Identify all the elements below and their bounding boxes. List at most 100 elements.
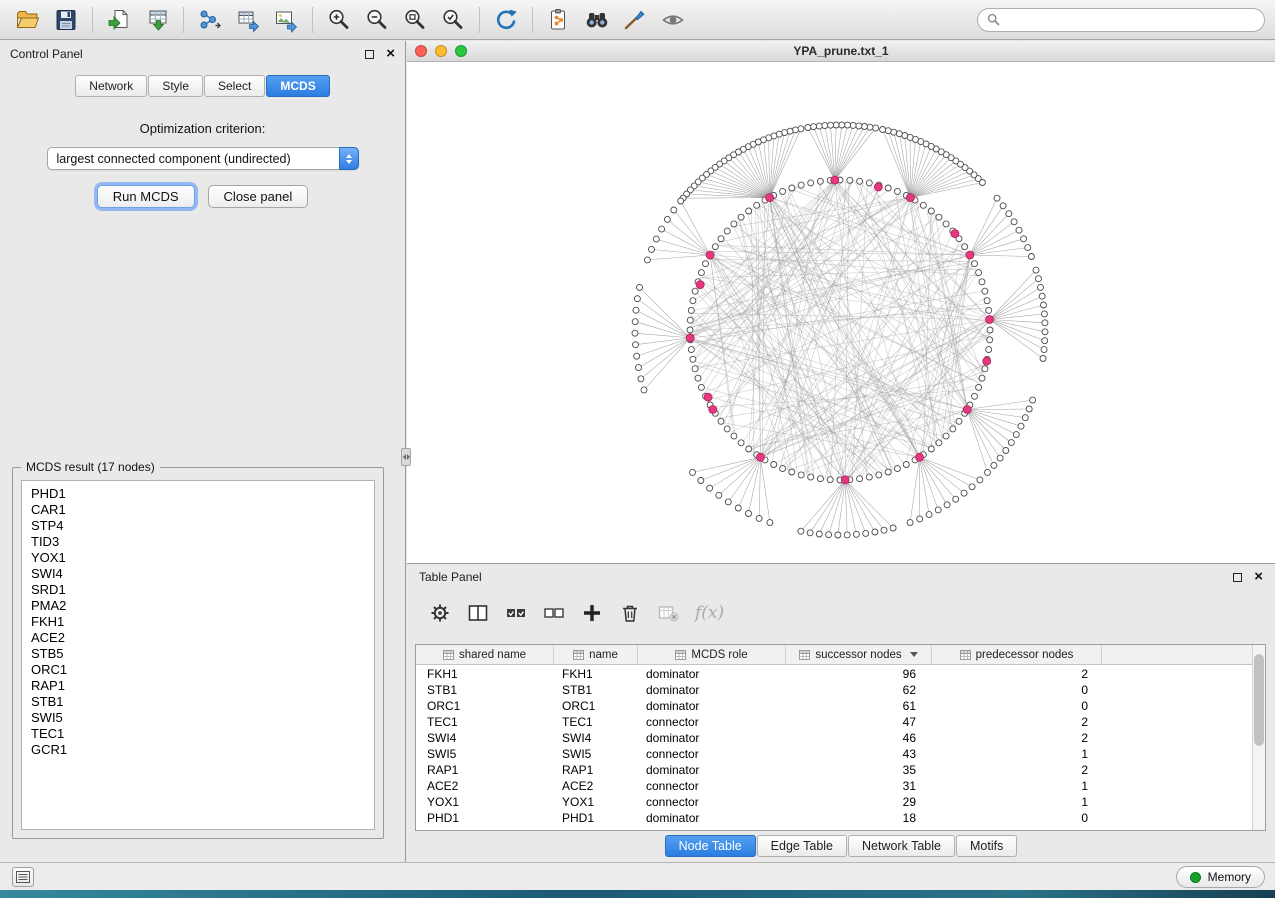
network-node[interactable] (822, 123, 828, 129)
network-node[interactable] (731, 433, 737, 439)
mcds-result-list[interactable]: PHD1CAR1STP4TID3YOX1SWI4SRD1PMA2FKH1ACE2… (21, 480, 375, 830)
network-node[interactable] (718, 236, 724, 242)
network-node[interactable] (1042, 320, 1048, 326)
share-clipboard-button[interactable] (541, 4, 577, 36)
network-hub-node[interactable] (963, 406, 971, 414)
mcds-result-item[interactable]: TID3 (22, 534, 374, 550)
network-node[interactable] (935, 507, 941, 513)
mcds-result-item[interactable]: TEC1 (22, 726, 374, 742)
network-node[interactable] (987, 337, 993, 343)
network-hub-node[interactable] (841, 476, 849, 484)
network-node[interactable] (698, 478, 704, 484)
network-hub-node[interactable] (709, 406, 717, 414)
network-node[interactable] (903, 462, 909, 468)
import-table-button[interactable] (139, 4, 175, 36)
network-canvas-svg[interactable] (407, 62, 1275, 563)
network-hub-node[interactable] (766, 194, 774, 202)
network-node[interactable] (632, 319, 638, 325)
column-header-name[interactable]: name (554, 645, 638, 664)
network-hub-node[interactable] (757, 453, 765, 461)
network-node[interactable] (698, 270, 704, 276)
network-node[interactable] (891, 129, 897, 135)
network-node[interactable] (805, 125, 811, 131)
network-node[interactable] (707, 485, 713, 491)
network-view[interactable] (407, 62, 1275, 563)
table-row[interactable]: PHD1PHD1dominator180 (416, 810, 1252, 826)
criterion-select[interactable]: largest connected component (undirected) (47, 147, 359, 170)
network-node[interactable] (969, 484, 975, 490)
network-node[interactable] (835, 532, 841, 538)
table-row[interactable]: ACE2ACE2connector311 (416, 778, 1252, 794)
unselect-all-button[interactable] (543, 602, 565, 624)
mcds-result-item[interactable]: CAR1 (22, 502, 374, 518)
network-node[interactable] (976, 384, 982, 390)
network-node[interactable] (808, 474, 814, 480)
network-node[interactable] (956, 418, 962, 424)
mcds-result-item[interactable]: PHD1 (22, 486, 374, 502)
network-node[interactable] (789, 185, 795, 191)
network-node[interactable] (771, 462, 777, 468)
table-row[interactable]: YOX1YOX1connector291 (416, 794, 1252, 810)
network-node[interactable] (756, 515, 762, 521)
zoom-window-icon[interactable] (455, 45, 467, 57)
network-node[interactable] (944, 502, 950, 508)
network-node[interactable] (659, 226, 665, 232)
table-row[interactable]: SWI5SWI5connector431 (416, 746, 1252, 762)
network-node[interactable] (873, 125, 879, 131)
network-node[interactable] (1018, 423, 1024, 429)
search-field[interactable] (977, 8, 1265, 32)
network-node[interactable] (698, 384, 704, 390)
network-hub-node[interactable] (874, 183, 882, 191)
panel-splitter-handle[interactable] (401, 448, 411, 466)
network-node[interactable] (1033, 267, 1039, 273)
network-node[interactable] (731, 221, 737, 227)
tab-mcds[interactable]: MCDS (266, 75, 329, 97)
network-node[interactable] (926, 512, 932, 518)
network-node[interactable] (688, 347, 694, 353)
network-node[interactable] (690, 469, 696, 475)
function-builder-button[interactable]: f(x) (695, 603, 724, 623)
close-table-panel-icon[interactable]: × (1254, 572, 1263, 582)
save-session-button[interactable] (48, 4, 84, 36)
network-node[interactable] (861, 124, 867, 130)
network-node[interactable] (695, 375, 701, 381)
open-session-button[interactable] (10, 4, 46, 36)
table-row[interactable]: SWI4SWI4dominator462 (416, 730, 1252, 746)
network-node[interactable] (690, 356, 696, 362)
column-header-mcds-role[interactable]: MCDS role (638, 645, 786, 664)
network-node[interactable] (943, 221, 949, 227)
network-node[interactable] (896, 131, 902, 137)
network-node[interactable] (1000, 203, 1006, 209)
tab-edge-table[interactable]: Edge Table (757, 835, 847, 857)
network-node[interactable] (986, 307, 992, 313)
network-node[interactable] (767, 520, 773, 526)
search-input[interactable] (1006, 13, 1255, 27)
column-header-shared-name[interactable]: shared name (416, 645, 554, 664)
run-mcds-button[interactable]: Run MCDS (97, 185, 195, 208)
network-node[interactable] (780, 466, 786, 472)
network-node[interactable] (936, 214, 942, 220)
network-node[interactable] (917, 516, 923, 522)
network-node[interactable] (1006, 211, 1012, 217)
mcds-result-item[interactable]: STB5 (22, 646, 374, 662)
network-node[interactable] (828, 122, 834, 128)
network-node[interactable] (746, 511, 752, 517)
network-node[interactable] (738, 214, 744, 220)
apply-style-button[interactable] (617, 4, 653, 36)
network-node[interactable] (1042, 338, 1048, 344)
close-window-icon[interactable] (415, 45, 427, 57)
network-node[interactable] (876, 472, 882, 478)
network-node[interactable] (961, 490, 967, 496)
tab-motifs[interactable]: Motifs (956, 835, 1017, 857)
find-button[interactable] (579, 4, 615, 36)
network-node[interactable] (1021, 236, 1027, 242)
network-node[interactable] (972, 261, 978, 267)
tab-style[interactable]: Style (148, 75, 203, 97)
network-node[interactable] (1042, 329, 1048, 335)
network-node[interactable] (712, 244, 718, 250)
network-node[interactable] (724, 426, 730, 432)
add-button[interactable] (581, 602, 603, 624)
network-node[interactable] (738, 440, 744, 446)
network-node[interactable] (808, 180, 814, 186)
network-node[interactable] (827, 477, 833, 483)
